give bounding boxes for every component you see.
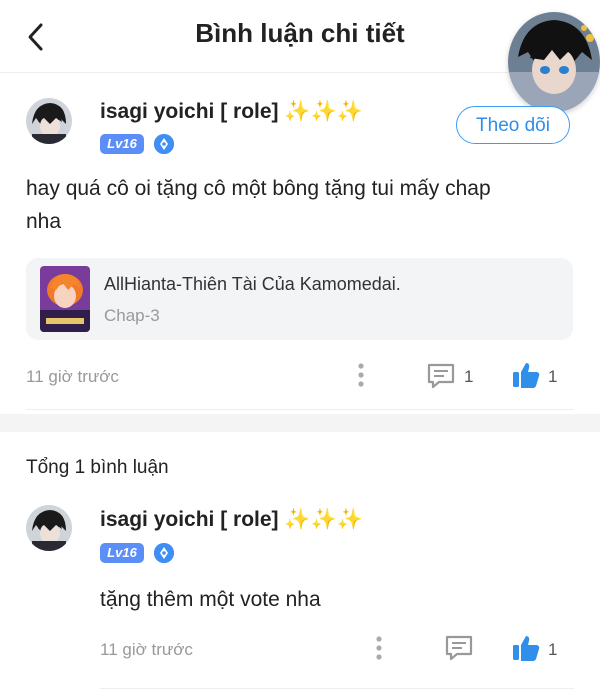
more-vertical-icon[interactable] [354,362,368,388]
reply-text: tặng thêm một vote nha [100,588,321,611]
comment-text-line-2: nha [26,210,62,233]
thumbs-up-icon[interactable] [511,633,541,663]
total-comments-label: Tổng 1 bình luận [26,457,169,478]
divider [100,688,574,689]
rank-badge-icon [154,134,174,154]
book-chapter: Chap-3 [104,306,160,325]
sparkles-text: ✨✨✨ [284,508,363,531]
like-count: 1 [548,367,558,386]
rank-badge-icon [154,543,174,563]
section-separator [0,414,600,432]
thumbs-up-icon[interactable] [511,360,541,390]
reply-timestamp: 11 giờ trước [100,640,193,659]
comment-avatar[interactable] [26,98,72,144]
comment-timestamp: 11 giờ trước [26,367,119,386]
comment-text-line-1: hay quá cô oi tặng cô một bông tặng tui … [26,177,491,200]
comment-icon[interactable] [426,362,456,390]
divider [26,409,574,410]
follow-button[interactable]: Theo dõi [456,106,570,144]
username-text: isagi yoichi [ role] [100,508,279,531]
user-avatar[interactable] [508,12,600,112]
like-count: 1 [548,640,558,659]
reply-username[interactable]: isagi yoichi [ role] ✨✨✨ [100,508,363,532]
reply-count: 1 [464,367,474,386]
sparkles-text: ✨✨✨ [284,100,363,123]
book-cover-image [40,266,90,332]
reply-avatar[interactable] [26,505,72,551]
comment-username[interactable]: isagi yoichi [ role] ✨✨✨ [100,100,363,124]
level-badge: Lv16 [100,543,144,563]
comment-icon[interactable] [444,634,474,662]
comment-text: hay quá cô oi tặng cô một bông tặng tui … [26,172,491,238]
level-badge: Lv16 [100,134,144,154]
book-title: AllHianta-Thiên Tài Của Kamomedai. [104,274,401,294]
more-vertical-icon[interactable] [372,635,386,661]
linked-book-card[interactable]: AllHianta-Thiên Tài Của Kamomedai. Chap-… [26,258,573,340]
username-text: isagi yoichi [ role] [100,100,279,123]
